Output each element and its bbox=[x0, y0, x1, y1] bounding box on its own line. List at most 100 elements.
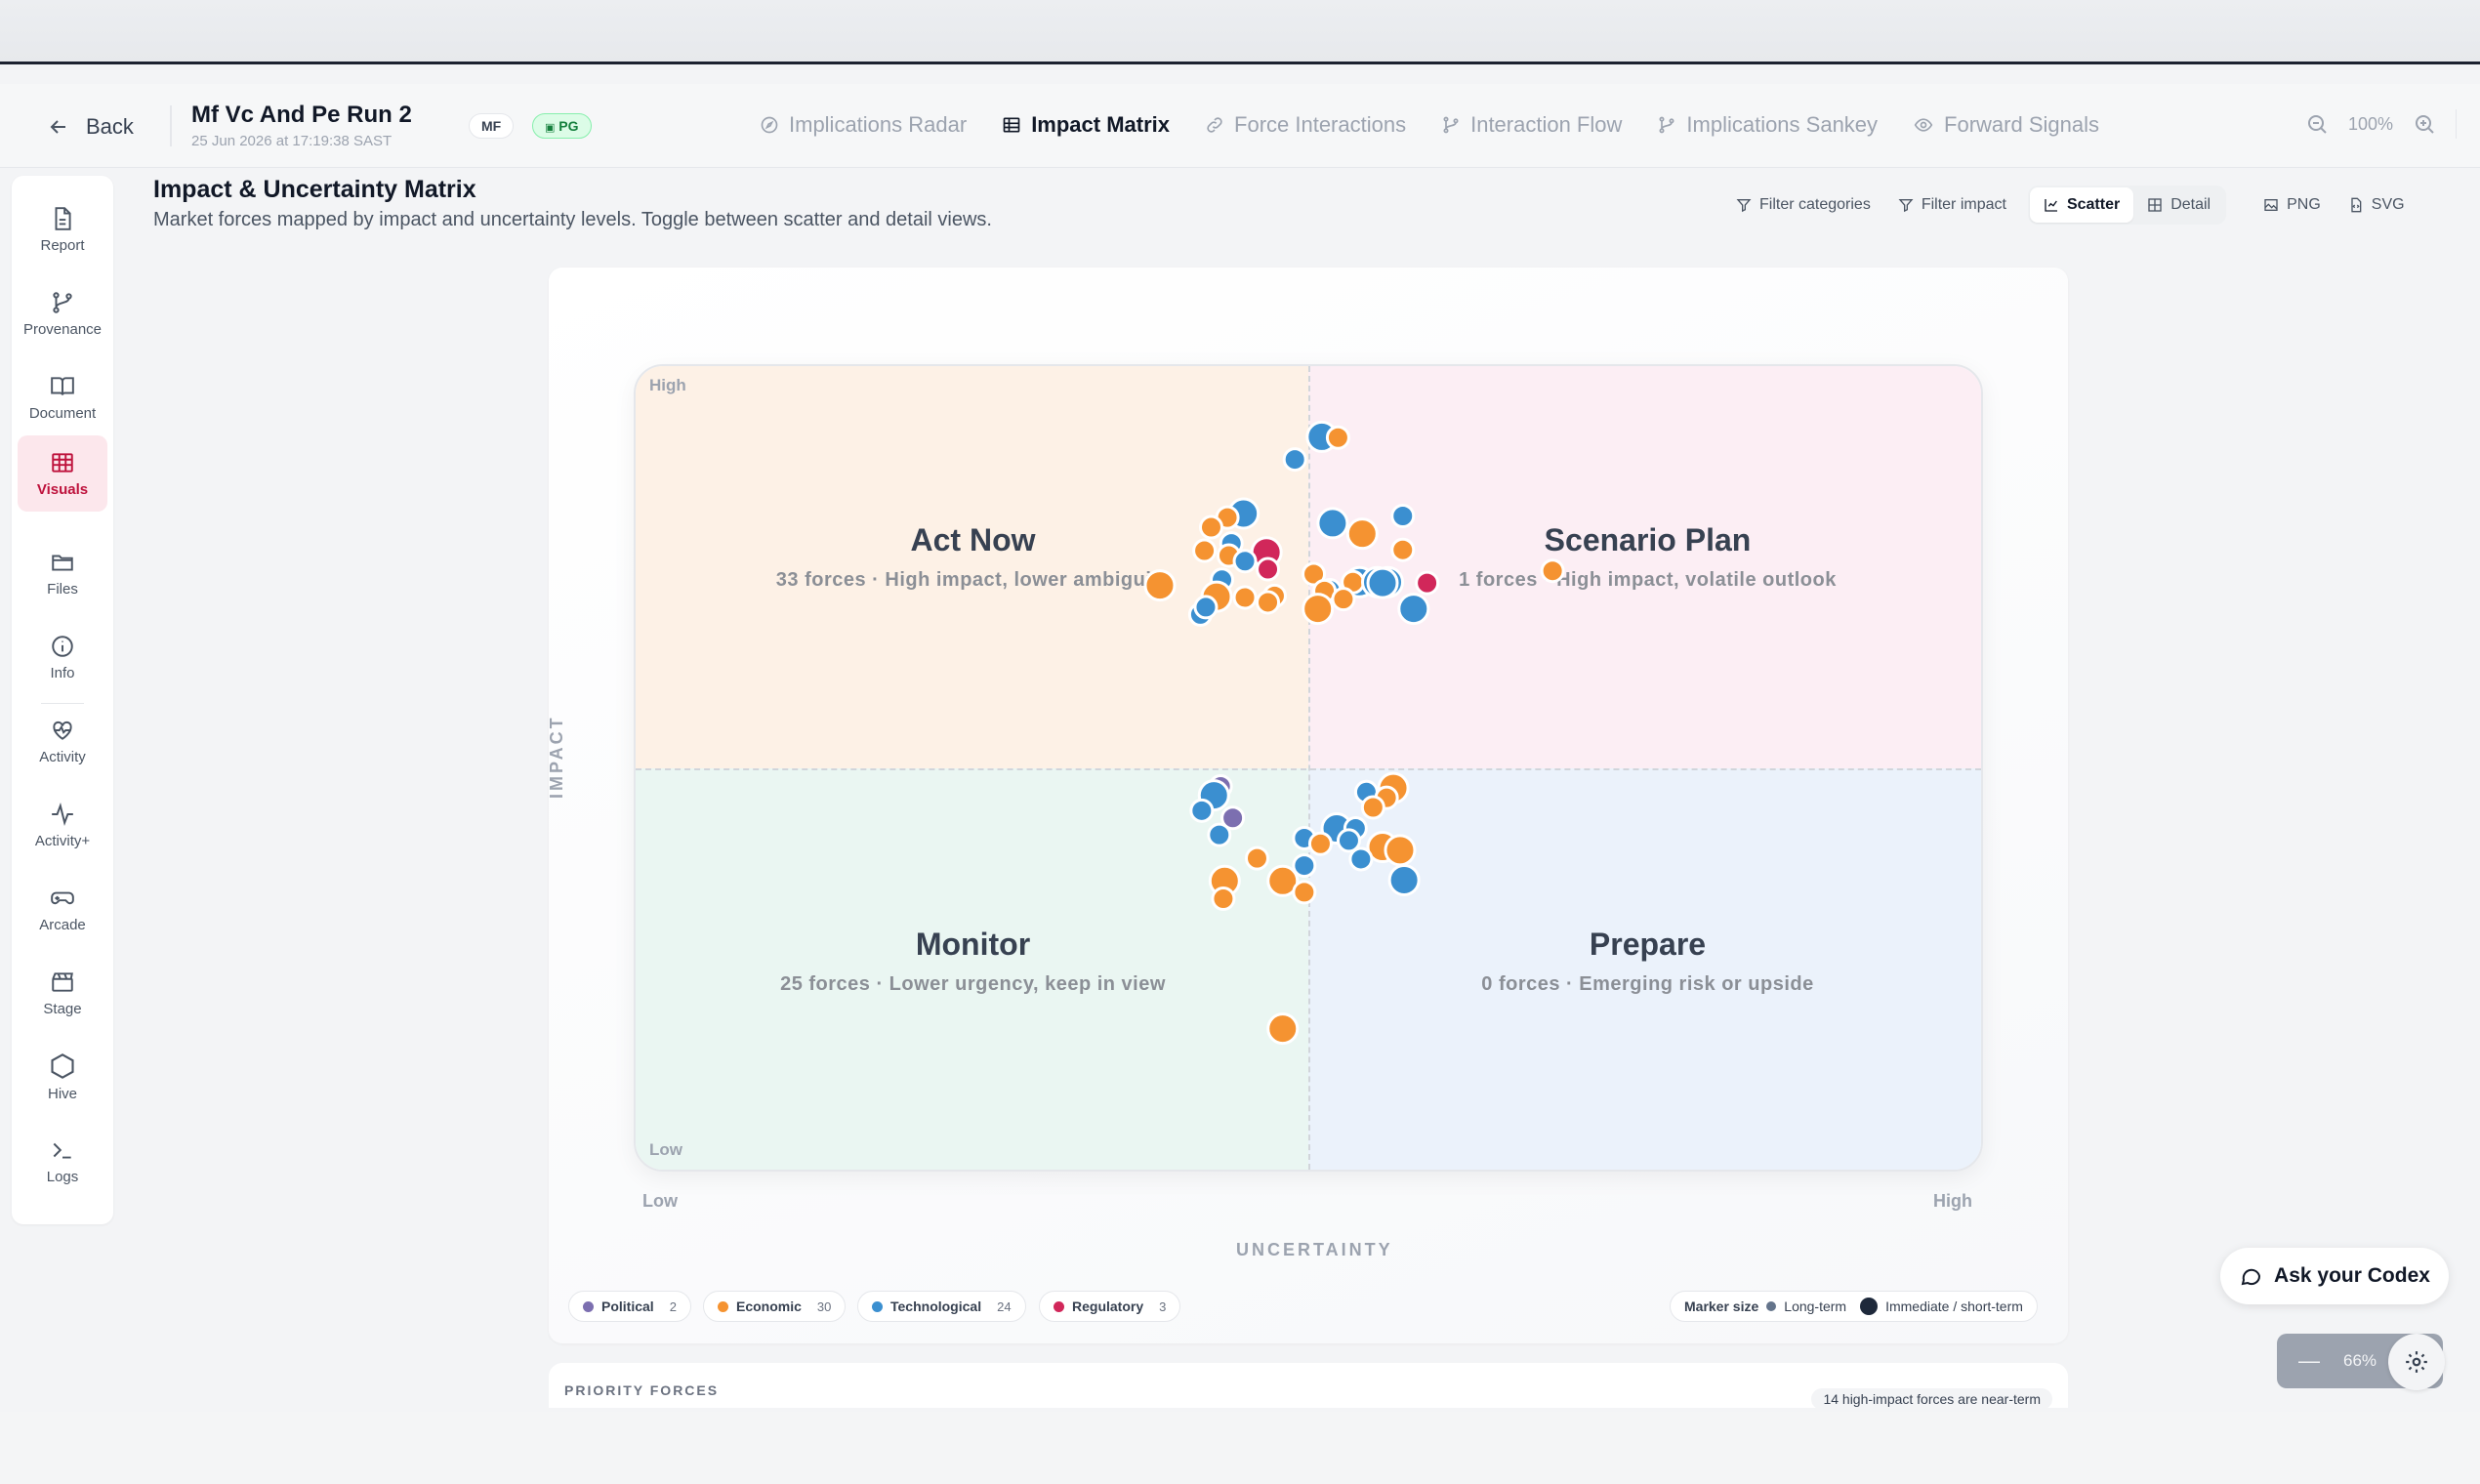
scatter-point[interactable] bbox=[1143, 569, 1177, 602]
legend-technological[interactable]: Technological 24 bbox=[857, 1291, 1026, 1322]
sidebar-item-provenance[interactable]: Provenance bbox=[18, 275, 107, 351]
scatter-point[interactable] bbox=[1266, 1012, 1300, 1046]
corner-low-label: Low bbox=[649, 1140, 682, 1159]
scatter-view-button[interactable]: Scatter bbox=[2029, 187, 2134, 223]
zoom-in-icon[interactable] bbox=[2413, 112, 2436, 136]
svg-label: SVG bbox=[2371, 196, 2405, 213]
view-tabs: Implications Radar Impact Matrix Force I… bbox=[742, 105, 2117, 144]
sidebar-item-document[interactable]: Document bbox=[18, 359, 107, 435]
scatter-point[interactable] bbox=[1348, 846, 1374, 872]
short-term-label: Immediate / short-term bbox=[1885, 1298, 2023, 1314]
sidebar-item-label: Arcade bbox=[39, 916, 86, 933]
scatter-point[interactable] bbox=[1211, 886, 1236, 911]
scatter-point[interactable] bbox=[1331, 587, 1356, 612]
tab-interaction-flow[interactable]: Interaction Flow bbox=[1424, 105, 1639, 144]
scatter-point[interactable] bbox=[1193, 595, 1219, 620]
legend-dot bbox=[718, 1300, 728, 1312]
sidebar-item-hive[interactable]: Hive bbox=[18, 1039, 107, 1115]
scatter-point[interactable] bbox=[1256, 556, 1281, 582]
tab-impact-matrix[interactable]: Impact Matrix bbox=[984, 105, 1187, 144]
footer-area bbox=[0, 1412, 2480, 1484]
large-marker-dot bbox=[1860, 1298, 1879, 1315]
scatter-point[interactable] bbox=[1282, 447, 1307, 473]
scatter-point[interactable] bbox=[1232, 585, 1258, 610]
sidebar-item-stage[interactable]: Stage bbox=[18, 955, 107, 1031]
app-header: Back Mf Vc And Pe Run 2 25 Jun 2026 at 1… bbox=[0, 84, 2480, 168]
legend-count: 30 bbox=[816, 1298, 832, 1314]
terminal-icon bbox=[53, 1142, 71, 1159]
zoom-minus-button[interactable]: — bbox=[2298, 1348, 2320, 1374]
quadrant-title: Prepare bbox=[1589, 927, 1707, 962]
export-png-button[interactable]: PNG bbox=[2250, 187, 2335, 223]
sidebar-item-logs[interactable]: Logs bbox=[18, 1123, 107, 1199]
scatter-point[interactable] bbox=[1345, 517, 1379, 551]
scatter-point[interactable] bbox=[1232, 549, 1258, 574]
scatter-point[interactable] bbox=[1384, 834, 1417, 867]
tab-label: Interaction Flow bbox=[1470, 112, 1623, 137]
scatter-point[interactable] bbox=[1189, 798, 1215, 823]
grid-icon bbox=[1003, 117, 1020, 133]
scatter-point[interactable] bbox=[1256, 590, 1281, 615]
sidebar-item-activity-plus[interactable]: Activity+ bbox=[18, 787, 107, 863]
marker-size-label: Marker size bbox=[1684, 1298, 1759, 1314]
filter-impact-label: Filter impact bbox=[1921, 196, 2006, 213]
scatter-point[interactable] bbox=[1307, 831, 1333, 856]
tab-implications-sankey[interactable]: Implications Sankey bbox=[1639, 105, 1895, 144]
tab-label: Implications Sankey bbox=[1686, 112, 1879, 137]
gear-icon bbox=[2406, 1351, 2427, 1373]
sidebar-item-files[interactable]: Files bbox=[18, 535, 107, 611]
filter-icon bbox=[1898, 199, 1914, 213]
scatter-point[interactable] bbox=[1207, 822, 1232, 847]
sidebar-item-report[interactable]: Report bbox=[18, 191, 107, 268]
scatter-point[interactable] bbox=[1302, 593, 1335, 626]
legend-dot bbox=[1054, 1300, 1064, 1312]
legend-count: 3 bbox=[1159, 1298, 1167, 1314]
sidebar-item-activity[interactable]: Activity bbox=[18, 703, 107, 779]
sidebar-item-arcade[interactable]: Arcade bbox=[18, 871, 107, 947]
legend-political[interactable]: Political 2 bbox=[568, 1291, 691, 1322]
priority-forces-card: PRIORITY FORCES 14 high-impact forces ar… bbox=[549, 1363, 2068, 1410]
scatter-point[interactable] bbox=[1390, 503, 1416, 528]
legend-economic[interactable]: Economic 30 bbox=[703, 1291, 847, 1322]
legend-label: Political bbox=[601, 1298, 654, 1314]
filter-categories-button[interactable]: Filter categories bbox=[1722, 187, 1884, 223]
legend-label: Economic bbox=[736, 1298, 802, 1314]
zoom-out-icon[interactable] bbox=[2305, 112, 2329, 136]
quadrant-monitor bbox=[636, 767, 1308, 1170]
clapperboard-icon bbox=[52, 971, 73, 992]
scatter-point[interactable] bbox=[1292, 880, 1317, 905]
legend-regulatory[interactable]: Regulatory 3 bbox=[1039, 1291, 1181, 1322]
scatter-point[interactable] bbox=[1325, 425, 1350, 450]
lock-icon: ▣ bbox=[545, 122, 556, 134]
scatter-point[interactable] bbox=[1198, 515, 1223, 540]
scatter-point[interactable] bbox=[1390, 537, 1416, 562]
ask-codex-label: Ask your Codex bbox=[2274, 1264, 2430, 1287]
chart-icon bbox=[2045, 199, 2057, 212]
tab-forward-signals[interactable]: Forward Signals bbox=[1895, 105, 2117, 144]
sidebar-item-label: Info bbox=[50, 664, 75, 681]
tab-implications-radar[interactable]: Implications Radar bbox=[742, 105, 984, 144]
ask-codex-button[interactable]: Ask your Codex bbox=[2220, 1248, 2449, 1304]
settings-button[interactable] bbox=[2388, 1334, 2445, 1390]
scatter-point[interactable] bbox=[1366, 566, 1399, 599]
tab-label: Impact Matrix bbox=[1031, 112, 1171, 137]
sidebar-item-info[interactable]: Info bbox=[18, 619, 107, 695]
scatter-point[interactable] bbox=[1397, 593, 1430, 626]
scatter-point[interactable] bbox=[1316, 507, 1349, 540]
scatter-point[interactable] bbox=[1192, 538, 1218, 563]
scatter-point[interactable] bbox=[1540, 558, 1565, 584]
scatter-point[interactable] bbox=[1360, 795, 1385, 820]
detail-view-button[interactable]: Detail bbox=[2133, 187, 2224, 223]
export-svg-button[interactable]: SVG bbox=[2335, 187, 2418, 223]
filter-impact-button[interactable]: Filter impact bbox=[1884, 187, 2020, 223]
sidebar-item-visuals[interactable]: Visuals bbox=[18, 435, 107, 512]
page-title: Impact & Uncertainty Matrix bbox=[153, 176, 476, 203]
scatter-point[interactable] bbox=[1415, 570, 1440, 596]
scatter-point[interactable] bbox=[1244, 845, 1269, 871]
tab-force-interactions[interactable]: Force Interactions bbox=[1187, 105, 1424, 144]
tab-label: Forward Signals bbox=[1944, 112, 2099, 137]
view-toggle: Scatter Detail bbox=[2027, 186, 2227, 225]
back-button[interactable]: Back bbox=[47, 109, 134, 144]
detail-label: Detail bbox=[2170, 196, 2211, 213]
scatter-point[interactable] bbox=[1387, 863, 1421, 896]
